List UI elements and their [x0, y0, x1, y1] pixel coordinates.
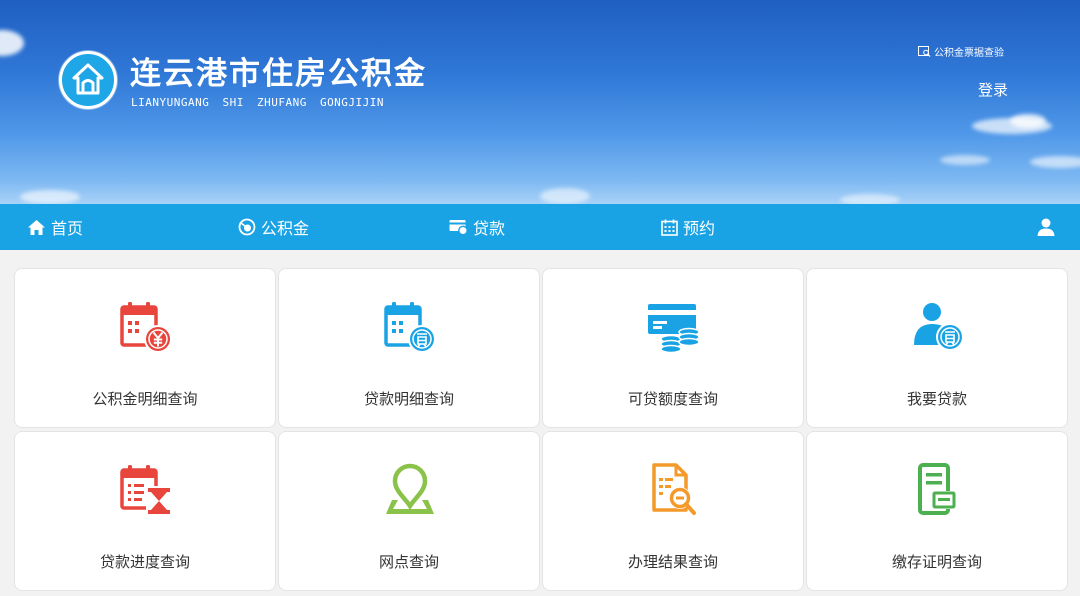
calendar-yuan-icon	[120, 302, 172, 353]
tile-label: 公积金明细查询	[92, 390, 198, 408]
header-banner: 连云港市住房公积金 LIANYUNGANG SHI ZHUFANG GONGJI…	[0, 0, 1080, 204]
logo	[59, 51, 117, 109]
tile-apply-loan[interactable]: 我要贷款	[806, 268, 1068, 428]
tile-label: 贷款明细查询	[363, 390, 454, 408]
tile-label: 我要贷款	[906, 390, 967, 408]
user-icon	[1037, 218, 1055, 236]
tile-label: 可贷额度查询	[627, 390, 718, 408]
tile-label: 贷款进度查询	[99, 553, 190, 571]
cloud-decoration	[20, 190, 80, 204]
tile-label: 办理结果查询	[627, 553, 718, 571]
cloud-decoration	[940, 155, 990, 165]
card-coins-icon	[648, 304, 700, 354]
tile-loan-progress[interactable]: 贷款进度查询	[14, 431, 276, 591]
calendar-loan-icon	[384, 302, 436, 353]
nav-item-label: 首页	[51, 219, 84, 238]
calendar-hourglass-icon	[120, 465, 172, 516]
tile-loan-limit[interactable]: 可贷额度查询	[542, 268, 804, 428]
map-pin-icon	[386, 463, 434, 514]
site-subtitle: LIANYUNGANG SHI ZHUFANG GONGJIJIN	[131, 96, 385, 109]
cloud-decoration	[840, 194, 900, 204]
cloud-decoration	[0, 30, 24, 56]
nav-item-home[interactable]: 首页	[27, 204, 83, 250]
nav-item-label: 公积金	[261, 219, 310, 238]
document-search-icon	[652, 463, 696, 515]
cloud-decoration	[1010, 114, 1046, 128]
nav-item-label: 预约	[683, 219, 716, 238]
tile-loan-detail[interactable]: 贷款明细查询	[278, 268, 540, 428]
cloud-decoration	[540, 188, 590, 204]
tile-deposit-certificate[interactable]: 缴存证明查询	[806, 431, 1068, 591]
home-icon	[28, 219, 45, 235]
service-grid: 公积金明细查询 贷款明细查询 可贷额度查询 我要贷款 贷款进度查询 网点查询 办…	[14, 268, 1070, 591]
tile-fund-detail[interactable]: 公积金明细查询	[14, 268, 276, 428]
certificate-icon	[918, 463, 956, 515]
tile-branch-search[interactable]: 网点查询	[278, 431, 540, 591]
main-nav: 首页 公积金 贷款 预约	[0, 204, 1080, 250]
nav-item-appointment[interactable]: 预约	[661, 204, 715, 250]
tile-label: 网点查询	[378, 553, 439, 571]
nav-item-label: 贷款	[473, 219, 506, 238]
receipt-verify-label: 公积金票据查验	[934, 47, 1004, 59]
receipt-search-icon	[918, 45, 931, 57]
loan-card-icon	[449, 220, 468, 235]
house-icon	[72, 63, 104, 95]
cloud-decoration	[1030, 156, 1080, 168]
user-loan-icon	[914, 303, 964, 351]
login-link[interactable]: 登录	[978, 79, 1008, 100]
tile-label: 缴存证明查询	[891, 553, 982, 571]
fund-icon	[238, 218, 256, 236]
nav-item-fund[interactable]: 公积金	[238, 204, 309, 250]
site-title: 连云港市住房公积金	[130, 56, 427, 92]
user-button[interactable]	[1036, 217, 1056, 237]
tile-result-search[interactable]: 办理结果查询	[542, 431, 804, 591]
calendar-icon	[661, 219, 678, 236]
nav-item-loan[interactable]: 贷款	[449, 204, 505, 250]
receipt-verify-link[interactable]: 公积金票据查验	[918, 44, 1004, 59]
